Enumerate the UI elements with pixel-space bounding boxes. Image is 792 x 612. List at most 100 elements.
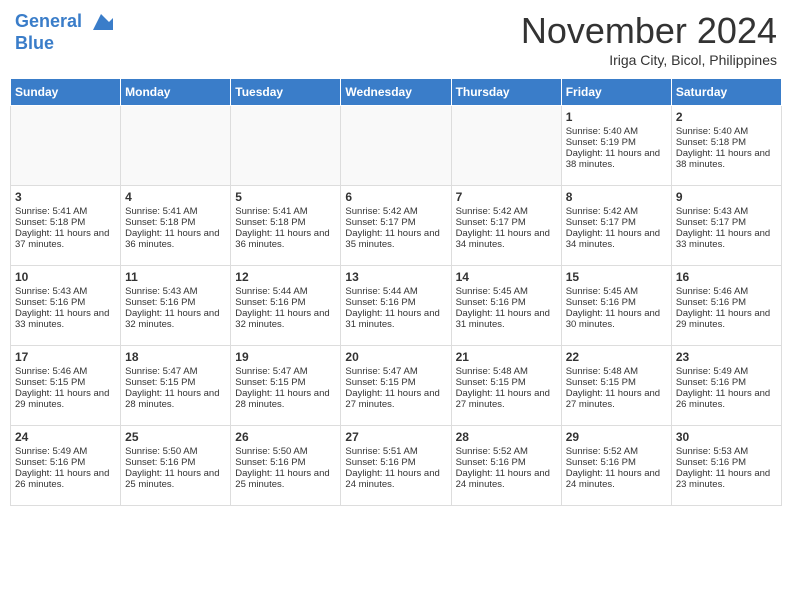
daylight-text: Daylight: 11 hours and 27 minutes. (566, 388, 667, 410)
calendar-week-3: 10Sunrise: 5:43 AMSunset: 5:16 PMDayligh… (11, 266, 782, 346)
day-header-thursday: Thursday (451, 79, 561, 106)
sunset-text: Sunset: 5:16 PM (15, 297, 116, 308)
daylight-text: Daylight: 11 hours and 36 minutes. (125, 228, 226, 250)
day-number: 3 (15, 190, 116, 204)
calendar-cell: 10Sunrise: 5:43 AMSunset: 5:16 PMDayligh… (11, 266, 121, 346)
calendar-cell: 4Sunrise: 5:41 AMSunset: 5:18 PMDaylight… (121, 186, 231, 266)
day-number: 28 (456, 430, 557, 444)
day-header-friday: Friday (561, 79, 671, 106)
sunset-text: Sunset: 5:17 PM (676, 217, 777, 228)
title-block: November 2024 Iriga City, Bicol, Philipp… (521, 10, 777, 68)
day-header-monday: Monday (121, 79, 231, 106)
sunrise-text: Sunrise: 5:43 AM (15, 286, 116, 297)
sunset-text: Sunset: 5:16 PM (456, 297, 557, 308)
daylight-text: Daylight: 11 hours and 28 minutes. (235, 388, 336, 410)
daylight-text: Daylight: 11 hours and 24 minutes. (345, 468, 446, 490)
calendar-cell (451, 106, 561, 186)
daylight-text: Daylight: 11 hours and 33 minutes. (15, 308, 116, 330)
sunrise-text: Sunrise: 5:41 AM (125, 206, 226, 217)
sunrise-text: Sunrise: 5:47 AM (235, 366, 336, 377)
sunset-text: Sunset: 5:16 PM (125, 457, 226, 468)
calendar-cell: 2Sunrise: 5:40 AMSunset: 5:18 PMDaylight… (671, 106, 781, 186)
calendar-cell: 29Sunrise: 5:52 AMSunset: 5:16 PMDayligh… (561, 426, 671, 506)
daylight-text: Daylight: 11 hours and 35 minutes. (345, 228, 446, 250)
location: Iriga City, Bicol, Philippines (521, 52, 777, 68)
daylight-text: Daylight: 11 hours and 34 minutes. (456, 228, 557, 250)
calendar-cell (121, 106, 231, 186)
sunset-text: Sunset: 5:17 PM (566, 217, 667, 228)
calendar-cell: 25Sunrise: 5:50 AMSunset: 5:16 PMDayligh… (121, 426, 231, 506)
calendar-cell: 13Sunrise: 5:44 AMSunset: 5:16 PMDayligh… (341, 266, 451, 346)
sunrise-text: Sunrise: 5:42 AM (566, 206, 667, 217)
calendar-cell: 9Sunrise: 5:43 AMSunset: 5:17 PMDaylight… (671, 186, 781, 266)
day-number: 15 (566, 270, 667, 284)
calendar-cell: 16Sunrise: 5:46 AMSunset: 5:16 PMDayligh… (671, 266, 781, 346)
day-header-tuesday: Tuesday (231, 79, 341, 106)
sunset-text: Sunset: 5:16 PM (676, 297, 777, 308)
sunrise-text: Sunrise: 5:41 AM (235, 206, 336, 217)
day-number: 4 (125, 190, 226, 204)
day-number: 22 (566, 350, 667, 364)
sunset-text: Sunset: 5:17 PM (456, 217, 557, 228)
daylight-text: Daylight: 11 hours and 37 minutes. (15, 228, 116, 250)
calendar-cell (231, 106, 341, 186)
sunrise-text: Sunrise: 5:46 AM (15, 366, 116, 377)
calendar-cell (341, 106, 451, 186)
sunset-text: Sunset: 5:16 PM (676, 457, 777, 468)
sunrise-text: Sunrise: 5:49 AM (15, 446, 116, 457)
day-number: 30 (676, 430, 777, 444)
sunset-text: Sunset: 5:16 PM (456, 457, 557, 468)
daylight-text: Daylight: 11 hours and 24 minutes. (456, 468, 557, 490)
day-number: 7 (456, 190, 557, 204)
sunrise-text: Sunrise: 5:45 AM (566, 286, 667, 297)
sunset-text: Sunset: 5:15 PM (125, 377, 226, 388)
sunrise-text: Sunrise: 5:53 AM (676, 446, 777, 457)
daylight-text: Daylight: 11 hours and 30 minutes. (566, 308, 667, 330)
calendar-cell: 17Sunrise: 5:46 AMSunset: 5:15 PMDayligh… (11, 346, 121, 426)
daylight-text: Daylight: 11 hours and 36 minutes. (235, 228, 336, 250)
sunrise-text: Sunrise: 5:44 AM (345, 286, 446, 297)
calendar-cell: 24Sunrise: 5:49 AMSunset: 5:16 PMDayligh… (11, 426, 121, 506)
daylight-text: Daylight: 11 hours and 32 minutes. (235, 308, 336, 330)
daylight-text: Daylight: 11 hours and 32 minutes. (125, 308, 226, 330)
sunrise-text: Sunrise: 5:46 AM (676, 286, 777, 297)
daylight-text: Daylight: 11 hours and 26 minutes. (676, 388, 777, 410)
sunset-text: Sunset: 5:18 PM (235, 217, 336, 228)
day-number: 6 (345, 190, 446, 204)
day-number: 1 (566, 110, 667, 124)
sunset-text: Sunset: 5:15 PM (15, 377, 116, 388)
sunset-text: Sunset: 5:16 PM (345, 457, 446, 468)
calendar-week-4: 17Sunrise: 5:46 AMSunset: 5:15 PMDayligh… (11, 346, 782, 426)
day-number: 17 (15, 350, 116, 364)
day-header-wednesday: Wednesday (341, 79, 451, 106)
calendar-cell: 18Sunrise: 5:47 AMSunset: 5:15 PMDayligh… (121, 346, 231, 426)
sunrise-text: Sunrise: 5:44 AM (235, 286, 336, 297)
calendar-cell: 8Sunrise: 5:42 AMSunset: 5:17 PMDaylight… (561, 186, 671, 266)
sunrise-text: Sunrise: 5:40 AM (676, 126, 777, 137)
calendar-cell: 19Sunrise: 5:47 AMSunset: 5:15 PMDayligh… (231, 346, 341, 426)
daylight-text: Daylight: 11 hours and 25 minutes. (125, 468, 226, 490)
sunrise-text: Sunrise: 5:49 AM (676, 366, 777, 377)
sunset-text: Sunset: 5:15 PM (235, 377, 336, 388)
day-number: 2 (676, 110, 777, 124)
sunrise-text: Sunrise: 5:45 AM (456, 286, 557, 297)
sunrise-text: Sunrise: 5:48 AM (456, 366, 557, 377)
daylight-text: Daylight: 11 hours and 26 minutes. (15, 468, 116, 490)
daylight-text: Daylight: 11 hours and 23 minutes. (676, 468, 777, 490)
calendar-cell (11, 106, 121, 186)
calendar-week-1: 1Sunrise: 5:40 AMSunset: 5:19 PMDaylight… (11, 106, 782, 186)
sunset-text: Sunset: 5:18 PM (676, 137, 777, 148)
daylight-text: Daylight: 11 hours and 28 minutes. (125, 388, 226, 410)
calendar-cell: 12Sunrise: 5:44 AMSunset: 5:16 PMDayligh… (231, 266, 341, 346)
calendar-table: SundayMondayTuesdayWednesdayThursdayFrid… (10, 78, 782, 506)
calendar-cell: 15Sunrise: 5:45 AMSunset: 5:16 PMDayligh… (561, 266, 671, 346)
daylight-text: Daylight: 11 hours and 29 minutes. (676, 308, 777, 330)
sunrise-text: Sunrise: 5:41 AM (15, 206, 116, 217)
daylight-text: Daylight: 11 hours and 27 minutes. (456, 388, 557, 410)
sunrise-text: Sunrise: 5:51 AM (345, 446, 446, 457)
calendar-cell: 21Sunrise: 5:48 AMSunset: 5:15 PMDayligh… (451, 346, 561, 426)
sunset-text: Sunset: 5:16 PM (566, 457, 667, 468)
sunrise-text: Sunrise: 5:52 AM (456, 446, 557, 457)
day-number: 23 (676, 350, 777, 364)
sunrise-text: Sunrise: 5:52 AM (566, 446, 667, 457)
